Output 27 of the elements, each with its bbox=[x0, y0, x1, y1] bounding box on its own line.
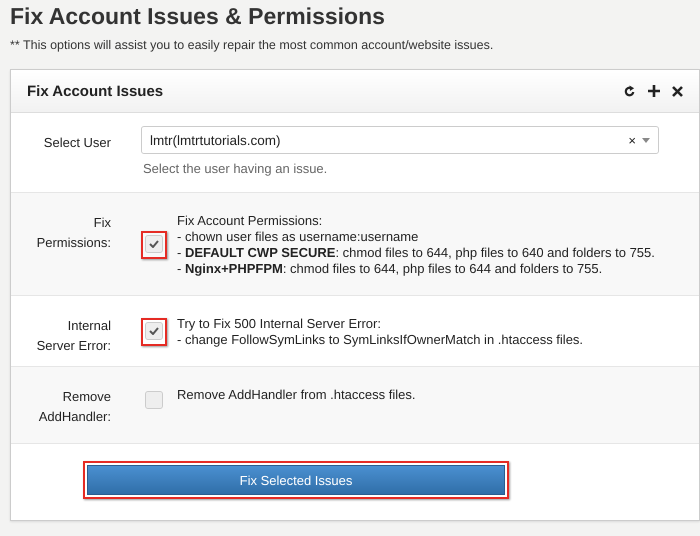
option-description: Fix Account Permissions: bbox=[177, 213, 324, 229]
page-title: Fix Account Issues & Permissions bbox=[10, 2, 386, 30]
checkbox[interactable] bbox=[145, 391, 163, 409]
caret-icon bbox=[642, 138, 650, 142]
help-text: Select the user having an issue. bbox=[143, 161, 328, 176]
option-label: Remove AddHandler: bbox=[38, 388, 111, 426]
field-label: Select User bbox=[42, 134, 111, 152]
check-icon bbox=[149, 240, 159, 248]
page-subtitle: ** This options will assist you to easily repair the most common account/website issues. bbox=[10, 38, 494, 52]
option-label: Fix Permissions: bbox=[36, 214, 111, 252]
option-description: - chown user files as username:username bbox=[177, 229, 420, 245]
option-description: Remove AddHandler from .htaccess files. bbox=[177, 387, 416, 403]
checkbox[interactable] bbox=[145, 235, 163, 253]
submit-button[interactable]: Fix Selected Issues bbox=[87, 465, 505, 495]
option-description: - DEFAULT CWP SECURE: chmod files to 644, php files to 640 and folders to 755. bbox=[177, 245, 655, 261]
plus-icon[interactable] bbox=[648, 85, 660, 97]
checkbox[interactable] bbox=[145, 322, 163, 340]
option-label: Internal Server Error: bbox=[36, 317, 111, 355]
option-description: Try to Fix 500 Internal Server Error: bbox=[177, 316, 382, 332]
option-description: - Nginx+PHPFPM: chmod files to 644, php files to 644 and folders to 755. bbox=[177, 261, 604, 277]
user-select[interactable]: lmtr(lmtrtutorials.com) × bbox=[141, 126, 659, 154]
clear-icon[interactable]: × bbox=[628, 132, 636, 148]
close-icon[interactable] bbox=[672, 86, 683, 96]
check-icon bbox=[149, 327, 159, 335]
option-description: - change FollowSymLinks to SymLinksIfOwnerMatch in .htaccess files. bbox=[177, 332, 584, 348]
refresh-icon[interactable] bbox=[623, 84, 636, 98]
panel-title: Fix Account Issues bbox=[27, 82, 164, 100]
